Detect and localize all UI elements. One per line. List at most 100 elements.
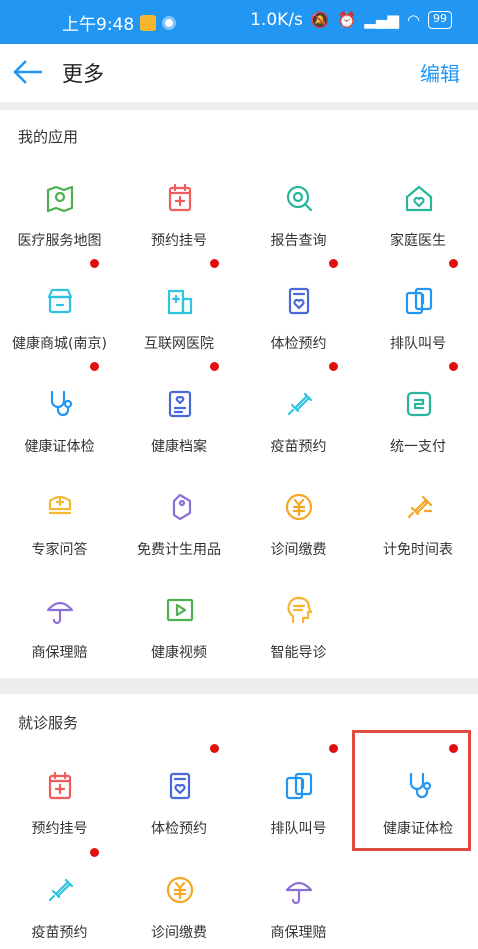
app-tile-label: 体检预约 xyxy=(270,336,327,352)
mute-bell-icon: 🔕 xyxy=(310,11,330,29)
app-tile-label: 预约挂号 xyxy=(151,233,207,249)
notification-dot xyxy=(209,362,219,371)
app-tile[interactable]: 免费计生用品 xyxy=(120,491,239,595)
checkup-icon xyxy=(283,285,315,317)
app-tile[interactable]: 预约挂号 xyxy=(120,182,239,286)
app-tile[interactable]: 体检预约 xyxy=(120,744,239,874)
notification-dot xyxy=(329,362,338,371)
notification-dot xyxy=(90,362,99,371)
syringe-icon xyxy=(44,874,76,906)
app-tile[interactable]: 疫苗预约 xyxy=(239,362,358,492)
tag-icon xyxy=(164,491,196,523)
notification-dot xyxy=(90,848,99,857)
network-speed: 1.0K/s xyxy=(250,10,303,30)
ai-head-icon xyxy=(283,594,315,626)
app-tile-label: 健康商城(南京) xyxy=(12,336,107,352)
app-tile[interactable]: 商保理赔 xyxy=(239,874,358,949)
hospital-icon xyxy=(164,285,196,317)
nurse-cap-icon xyxy=(44,491,76,523)
wifi-icon: ◠ xyxy=(406,11,420,29)
app-tile[interactable]: 计免时间表 xyxy=(359,491,478,595)
app-tile-label: 体检预约 xyxy=(151,821,207,837)
app-tile[interactable]: 体检预约 xyxy=(239,259,358,389)
queue-number-icon xyxy=(403,285,435,317)
app-tile[interactable]: 预约挂号 xyxy=(0,770,119,874)
divider xyxy=(0,102,478,110)
app-tile-label: 诊间缴费 xyxy=(270,542,327,558)
battery-icon: 99 xyxy=(428,11,452,29)
umbrella-icon xyxy=(44,594,76,626)
app-tile-label: 疫苗预约 xyxy=(270,439,327,455)
report-search-icon xyxy=(283,182,315,214)
notification-dot xyxy=(448,362,458,371)
payment-icon xyxy=(403,388,435,420)
section-title: 就诊服务 xyxy=(18,714,79,732)
divider xyxy=(0,678,478,694)
umbrella-icon xyxy=(283,874,315,906)
app-tile-label: 免费计生用品 xyxy=(137,542,221,558)
notification-dot xyxy=(329,744,338,753)
app-tile[interactable]: 健康商城(南京) xyxy=(0,259,119,389)
app-tile[interactable]: 统一支付 xyxy=(359,362,478,492)
app-tile-label: 互联网医院 xyxy=(144,336,214,352)
app-tile-label: 计免时间表 xyxy=(383,542,453,558)
app-tile[interactable]: 排队叫号 xyxy=(359,259,478,389)
app-tile[interactable]: 家庭医生 xyxy=(359,182,478,286)
app-tile-label: 家庭医生 xyxy=(390,233,446,249)
calendar-plus-icon xyxy=(44,770,76,802)
app-tile[interactable]: 专家问答 xyxy=(0,491,119,595)
app-tile[interactable]: 互联网医院 xyxy=(120,259,239,389)
vaccine-schedule-icon xyxy=(403,491,435,523)
app-tile[interactable]: 健康档案 xyxy=(120,362,239,492)
my-apps-section: 我的应用 医疗服务地图 预约挂号 报告查询 家庭医生健康商城(南京) 互联网医院 体检预约… xyxy=(0,110,478,678)
app-tile-label: 商保理赔 xyxy=(31,645,88,661)
app-tile-label: 健康视频 xyxy=(151,645,207,661)
app-tile-label: 专家问答 xyxy=(31,542,88,558)
back-arrow-icon[interactable] xyxy=(10,54,46,90)
page-title: 更多 xyxy=(62,62,104,86)
notification-dot xyxy=(90,259,99,268)
app-tile-label: 健康证体检 xyxy=(24,439,95,455)
highlight-box xyxy=(352,730,471,851)
notification-dot xyxy=(448,259,458,268)
app-tile-label: 统一支付 xyxy=(390,439,446,455)
checkup-icon xyxy=(164,770,196,802)
app-tile-label: 排队叫号 xyxy=(390,336,446,352)
app-tile[interactable]: 医疗服务地图 xyxy=(0,182,119,286)
app-tile-label: 健康档案 xyxy=(151,439,207,455)
clock: 上午9:48 xyxy=(62,15,135,35)
yuan-coin-icon xyxy=(164,874,196,906)
app-tile[interactable]: 报告查询 xyxy=(239,182,358,286)
app-tile[interactable]: 排队叫号 xyxy=(239,744,358,874)
section-title: 我的应用 xyxy=(18,128,79,146)
app-tile[interactable]: 诊间缴费 xyxy=(239,491,358,595)
app-notification-icon xyxy=(162,15,177,30)
app-tile[interactable]: 健康证体检 xyxy=(0,362,119,492)
notification-dot xyxy=(209,259,219,268)
app-tile-label: 医疗服务地图 xyxy=(17,233,102,249)
app-tile-label: 预约挂号 xyxy=(31,821,88,837)
notification-dot xyxy=(329,259,338,268)
app-tile-label: 报告查询 xyxy=(270,233,327,249)
status-bar: 上午9:48 1.0K/s 🔕 ⏰ ▂▄▆ ◠ 99 xyxy=(0,0,478,44)
alarm-icon: ⏰ xyxy=(337,11,357,29)
yuan-coin-icon xyxy=(283,491,315,523)
app-tile[interactable]: 疫苗预约 xyxy=(0,848,119,949)
app-tile-label: 商保理赔 xyxy=(270,925,327,941)
video-play-icon xyxy=(164,594,196,626)
house-heart-icon xyxy=(403,182,435,214)
syringe-icon xyxy=(283,388,315,420)
app-tile-label: 疫苗预约 xyxy=(31,925,88,941)
message-notification-icon xyxy=(140,14,157,31)
edit-button[interactable]: 编辑 xyxy=(420,58,460,87)
signal-icon: ▂▄▆ xyxy=(364,11,399,29)
queue-number-icon xyxy=(283,770,315,802)
app-tile[interactable]: 诊间缴费 xyxy=(120,874,239,949)
app-tile-label: 排队叫号 xyxy=(270,821,327,837)
health-record-icon xyxy=(164,388,196,420)
app-header: 更多 编辑 xyxy=(0,44,478,102)
calendar-plus-icon xyxy=(164,182,196,214)
app-tile-label: 智能导诊 xyxy=(270,645,327,661)
notification-dot xyxy=(209,744,219,753)
map-pin-icon xyxy=(44,182,76,214)
